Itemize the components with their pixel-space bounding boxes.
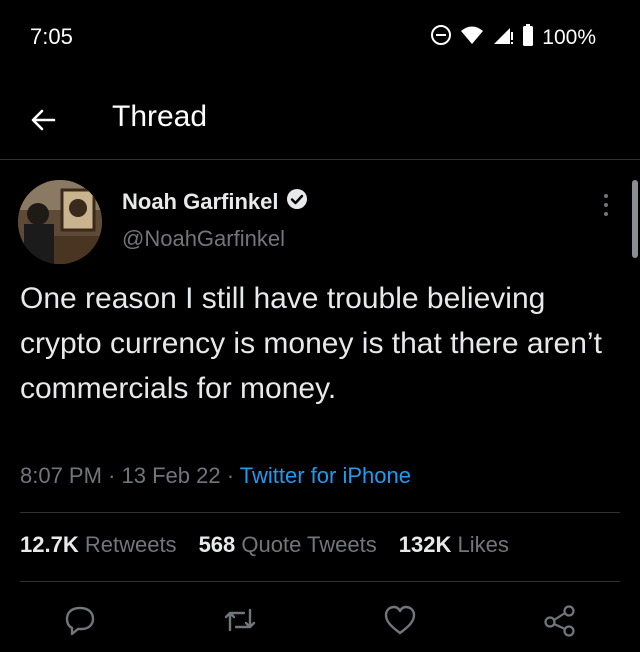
wifi-icon [460, 25, 484, 50]
retweets-count: 12.7K [20, 532, 79, 557]
verified-badge-icon [286, 188, 308, 215]
tweet-meta: 8:07 PM · 13 Feb 22 · Twitter for iPhone [20, 463, 411, 489]
retweets-label: Retweets [84, 532, 177, 557]
tweet-text: One reason I still have trouble believin… [20, 282, 602, 405]
tweet-time: 8:07 PM [20, 463, 102, 488]
tweet-stats: 12.7K Retweets 568 Quote Tweets 132K Lik… [20, 532, 509, 558]
signal-icon [492, 24, 514, 51]
like-icon[interactable] [380, 600, 420, 640]
status-time: 7:05 [30, 24, 73, 49]
do-not-disturb-icon [430, 24, 452, 51]
tweet-date: 13 Feb 22 [121, 463, 221, 488]
more-options-icon[interactable] [596, 190, 616, 220]
likes-label: Likes [457, 532, 509, 557]
quote-tweets-label: Quote Tweets [241, 532, 377, 557]
thread-header: Thread [0, 88, 640, 158]
status-icons: 100% [430, 24, 596, 51]
likes-stat[interactable]: 132K Likes [399, 532, 509, 558]
author-handle[interactable]: @NoahGarfinkel [122, 226, 285, 252]
battery-percentage: 100% [542, 25, 596, 49]
header-divider [0, 159, 640, 160]
page-title: Thread [112, 100, 208, 133]
meta-separator: · [108, 463, 116, 488]
meta-separator: · [226, 463, 235, 488]
back-arrow-icon[interactable] [26, 102, 62, 138]
quote-tweets-stat[interactable]: 568 Quote Tweets [199, 532, 377, 558]
quote-tweets-count: 568 [198, 532, 236, 557]
share-icon[interactable] [540, 600, 580, 640]
tweet-actions [0, 600, 640, 640]
stats-divider [20, 581, 620, 582]
tweet-source-link[interactable]: Twitter for iPhone [240, 463, 411, 488]
reply-icon[interactable] [60, 600, 100, 640]
battery-icon [522, 24, 534, 51]
author-name[interactable]: Noah Garfinkel [122, 189, 278, 215]
status-bar: 7:05 100% [0, 0, 640, 76]
author-name-row[interactable]: Noah Garfinkel [122, 188, 308, 215]
likes-count: 132K [398, 532, 452, 557]
meta-divider [20, 512, 620, 513]
avatar[interactable] [18, 180, 102, 264]
retweet-icon[interactable] [220, 600, 260, 640]
scrollbar[interactable] [632, 180, 638, 258]
retweets-stat[interactable]: 12.7K Retweets [20, 532, 177, 558]
